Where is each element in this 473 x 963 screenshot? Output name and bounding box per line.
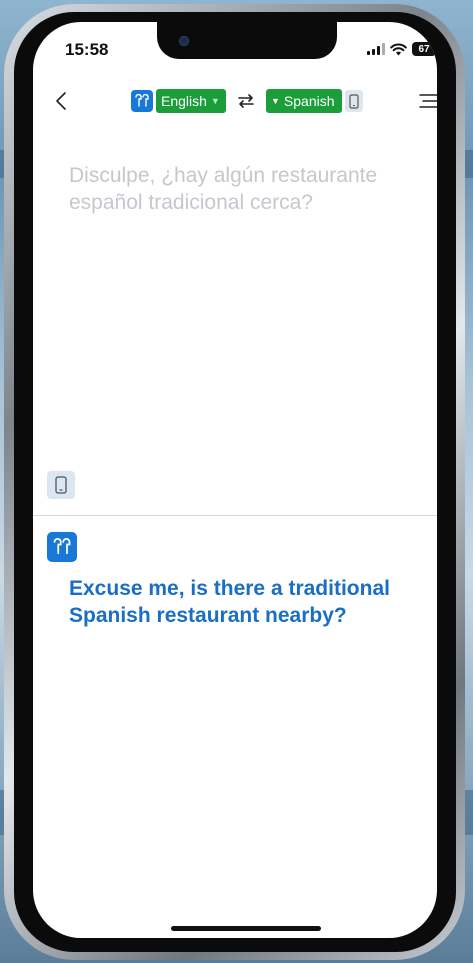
translated-text[interactable]: Excuse me, is there a traditional Spanis… — [69, 575, 419, 629]
swap-icon — [238, 94, 254, 108]
back-button[interactable] — [49, 86, 73, 116]
target-language-label: Spanish — [283, 93, 335, 109]
source-text[interactable]: Disculpe, ¿hay algún restaurante español… — [69, 162, 399, 216]
back-chevron-icon — [56, 92, 66, 110]
panel-divider — [33, 515, 437, 516]
menu-icon — [419, 94, 437, 108]
translator-toolbar: English ▼ ▼ Spanish — [33, 86, 437, 116]
cellular-signal-icon — [367, 43, 385, 55]
source-language-label: English — [161, 93, 207, 109]
phone-icon — [55, 476, 67, 494]
target-language-selector[interactable]: ▼ Spanish — [266, 89, 342, 113]
dropdown-caret-icon: ▼ — [210, 96, 220, 106]
source-phone-badge[interactable] — [47, 471, 75, 499]
earbuds-icon — [135, 94, 149, 107]
source-earbuds-badge[interactable] — [131, 90, 153, 112]
target-phone-badge[interactable] — [345, 90, 363, 112]
home-indicator[interactable] — [171, 926, 321, 931]
target-earbuds-badge[interactable] — [47, 532, 77, 562]
source-language-selector[interactable]: English ▼ — [156, 89, 226, 113]
swap-languages-button[interactable] — [233, 89, 259, 113]
app-screen: 15:58 67 English ▼ ▼ Spanish Disculpe, ¿… — [33, 22, 437, 938]
battery-level: 67 — [418, 43, 430, 55]
status-icons: 67 — [367, 42, 436, 56]
battery-icon: 67 — [412, 42, 436, 56]
dropdown-caret-icon: ▼ — [271, 96, 280, 106]
phone-icon — [349, 93, 359, 109]
earbuds-icon — [53, 538, 71, 555]
status-time: 15:58 — [65, 40, 109, 59]
front-camera — [179, 36, 189, 46]
menu-button[interactable] — [416, 88, 437, 114]
wifi-icon — [390, 43, 407, 55]
